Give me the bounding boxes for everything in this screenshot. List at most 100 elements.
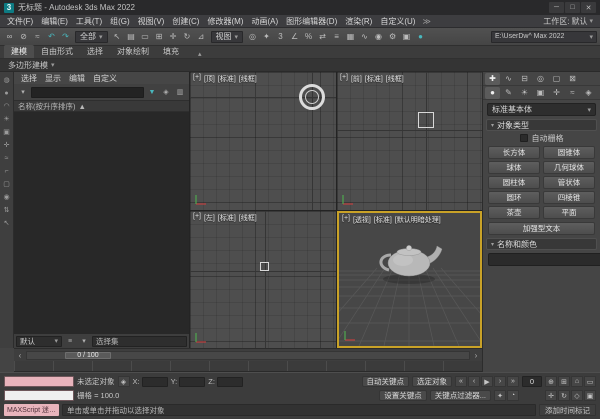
- primitive-button[interactable]: 圆环: [488, 191, 540, 204]
- primitive-button[interactable]: 管状体: [543, 176, 595, 189]
- columns-icon[interactable]: ▥: [174, 86, 186, 98]
- rotate-icon[interactable]: ↻: [181, 30, 194, 44]
- selection-set-field[interactable]: 选择集: [92, 335, 187, 347]
- viewport-pov-label[interactable]: [左]: [204, 213, 215, 223]
- maxscript-macro-recorder[interactable]: [4, 376, 74, 387]
- menu-item[interactable]: 修改器(M): [203, 16, 247, 27]
- menu-item[interactable]: 渲染(R): [341, 16, 376, 27]
- next-frame-arrow[interactable]: ›: [472, 351, 480, 360]
- menu-item[interactable]: 视图(V): [134, 16, 169, 27]
- close-button[interactable]: ✕: [581, 2, 596, 13]
- find-dropdown-icon[interactable]: ▾: [17, 86, 29, 98]
- current-frame-field[interactable]: 0: [522, 376, 542, 387]
- display-helpers-icon[interactable]: ✛: [1, 139, 13, 151]
- display-lights-icon[interactable]: ☀: [1, 113, 13, 125]
- curve-editor-icon[interactable]: ∿: [358, 30, 371, 44]
- footer-filter-icon[interactable]: ▾: [78, 335, 90, 347]
- modify-tab[interactable]: ∿: [501, 73, 516, 85]
- viewport-pov-label[interactable]: [前]: [351, 74, 362, 84]
- lock-icon[interactable]: ◈: [160, 86, 172, 98]
- display-influences-icon[interactable]: ◍: [1, 74, 13, 86]
- display-cameras-icon[interactable]: ▣: [1, 126, 13, 138]
- object-class-dropdown[interactable]: 标准基本体 ▾: [487, 103, 596, 116]
- shapes-category[interactable]: ✎: [501, 87, 516, 99]
- scene-explorer-toggle-icon[interactable]: ▦: [344, 30, 357, 44]
- orbit-icon[interactable]: ↻: [558, 390, 570, 401]
- redo-icon[interactable]: ↷: [59, 30, 72, 44]
- zoom-region-icon[interactable]: ▭: [584, 376, 596, 387]
- explorer-menu-item[interactable]: 显示: [41, 73, 65, 84]
- helpers-category[interactable]: ✛: [549, 87, 564, 99]
- lights-category[interactable]: ☀: [517, 87, 532, 99]
- primitive-button[interactable]: 球体: [488, 161, 540, 174]
- viewport-menu-icon[interactable]: [+]: [340, 74, 348, 84]
- autogrid-checkbox[interactable]: [519, 134, 528, 142]
- viewport-shading-label[interactable]: [线框]: [239, 74, 257, 84]
- workspace-selector[interactable]: 工作区: 默认 ▾: [539, 16, 597, 27]
- display-spacewarps-icon[interactable]: ≈: [1, 152, 13, 164]
- minimize-button[interactable]: ─: [549, 2, 564, 13]
- viewport-shading-label[interactable]: [默认明暗处理]: [395, 215, 441, 225]
- ribbon-collapse-icon[interactable]: ▴: [194, 50, 206, 58]
- previous-frame-icon[interactable]: ‹: [468, 376, 480, 387]
- y-coordinate-field[interactable]: [179, 376, 206, 387]
- ribbon-tab[interactable]: 选择: [80, 45, 110, 58]
- menu-item[interactable]: 创建(C): [168, 16, 203, 27]
- viewport-pov-label[interactable]: [透视]: [353, 215, 371, 225]
- set-key-mode-icon[interactable]: ✦: [494, 390, 506, 401]
- polygon-modeling-panel[interactable]: 多边形建模 ▾: [8, 60, 55, 71]
- primitive-button[interactable]: 圆锥体: [543, 146, 595, 159]
- explorer-column-header[interactable]: 名称(按升序排序) ▲: [14, 100, 189, 112]
- scale-icon[interactable]: ⊿: [195, 30, 208, 44]
- sort-mode-icon[interactable]: ⇅: [1, 204, 13, 216]
- display-geometry-icon[interactable]: ●: [1, 87, 13, 99]
- undo-icon[interactable]: ↶: [45, 30, 58, 44]
- menu-item[interactable]: 文件(F): [3, 16, 37, 27]
- display-shapes-icon[interactable]: ◠: [1, 100, 13, 112]
- selection-region-icon[interactable]: ▭: [139, 30, 152, 44]
- bind-spacewarp-icon[interactable]: ≈: [31, 30, 44, 44]
- viewport-shading-label[interactable]: [线框]: [239, 213, 257, 223]
- geometry-category[interactable]: ●: [485, 86, 500, 99]
- material-editor-icon[interactable]: ◉: [372, 30, 385, 44]
- fov-icon[interactable]: ◇: [571, 390, 583, 401]
- explorer-menu-item[interactable]: 自定义: [89, 73, 121, 84]
- previous-frame-arrow[interactable]: ‹: [16, 351, 24, 360]
- manipulate-icon[interactable]: ✦: [260, 30, 273, 44]
- name-color-rollout[interactable]: ▾ 名称和颜色: [486, 238, 597, 250]
- ribbon-tab[interactable]: 对象绘制: [110, 45, 156, 58]
- viewport-front[interactable]: [+] [前] [标准] [线框]: [337, 72, 482, 210]
- key-filters-button[interactable]: 关键点过滤器...: [429, 390, 491, 401]
- hierarchy-tab[interactable]: ⊟: [517, 73, 532, 85]
- menu-item[interactable]: 编辑(E): [37, 16, 72, 27]
- play-icon[interactable]: ▶: [481, 376, 493, 387]
- pivot-center-icon[interactable]: ◎: [246, 30, 259, 44]
- menu-item[interactable]: 工具(T): [72, 16, 106, 27]
- time-config-icon[interactable]: ◔: [507, 390, 519, 401]
- zoom-icon[interactable]: ⊕: [545, 376, 557, 387]
- select-by-name-icon[interactable]: ▤: [125, 30, 138, 44]
- selection-lock-icon[interactable]: ◈: [117, 376, 130, 387]
- select-object-icon[interactable]: ↖: [111, 30, 124, 44]
- viewport-pov-label[interactable]: [顶]: [204, 74, 215, 84]
- viewport-top[interactable]: [+] [顶] [标准] [线框]: [190, 72, 336, 210]
- menu-item[interactable]: 组(G): [106, 16, 134, 27]
- go-to-start-icon[interactable]: «: [455, 376, 467, 387]
- viewport-menu-icon[interactable]: [+]: [193, 74, 201, 84]
- primitive-button[interactable]: 四棱锥: [543, 191, 595, 204]
- selection-filter-dropdown[interactable]: 全部 ▾: [75, 30, 108, 43]
- time-slider-track[interactable]: 0 / 100: [26, 350, 470, 360]
- display-bones-icon[interactable]: ⌐: [1, 165, 13, 177]
- explorer-menu-item[interactable]: 选择: [17, 73, 41, 84]
- object-name-input[interactable]: [488, 253, 600, 266]
- display-containers-icon[interactable]: ▢: [1, 178, 13, 190]
- utilities-tab[interactable]: ⊠: [565, 73, 580, 85]
- mirror-icon[interactable]: ⇄: [316, 30, 329, 44]
- render-frame-icon[interactable]: ▣: [400, 30, 413, 44]
- menu-item[interactable]: 自定义(U): [376, 16, 419, 27]
- reference-coordinate-dropdown[interactable]: 视图 ▾: [210, 30, 244, 43]
- snap-toggle-icon[interactable]: 3: [274, 30, 287, 44]
- systems-category[interactable]: ◈: [581, 87, 596, 99]
- explorer-menu-item[interactable]: 编辑: [65, 73, 89, 84]
- cameras-category[interactable]: ▣: [533, 87, 548, 99]
